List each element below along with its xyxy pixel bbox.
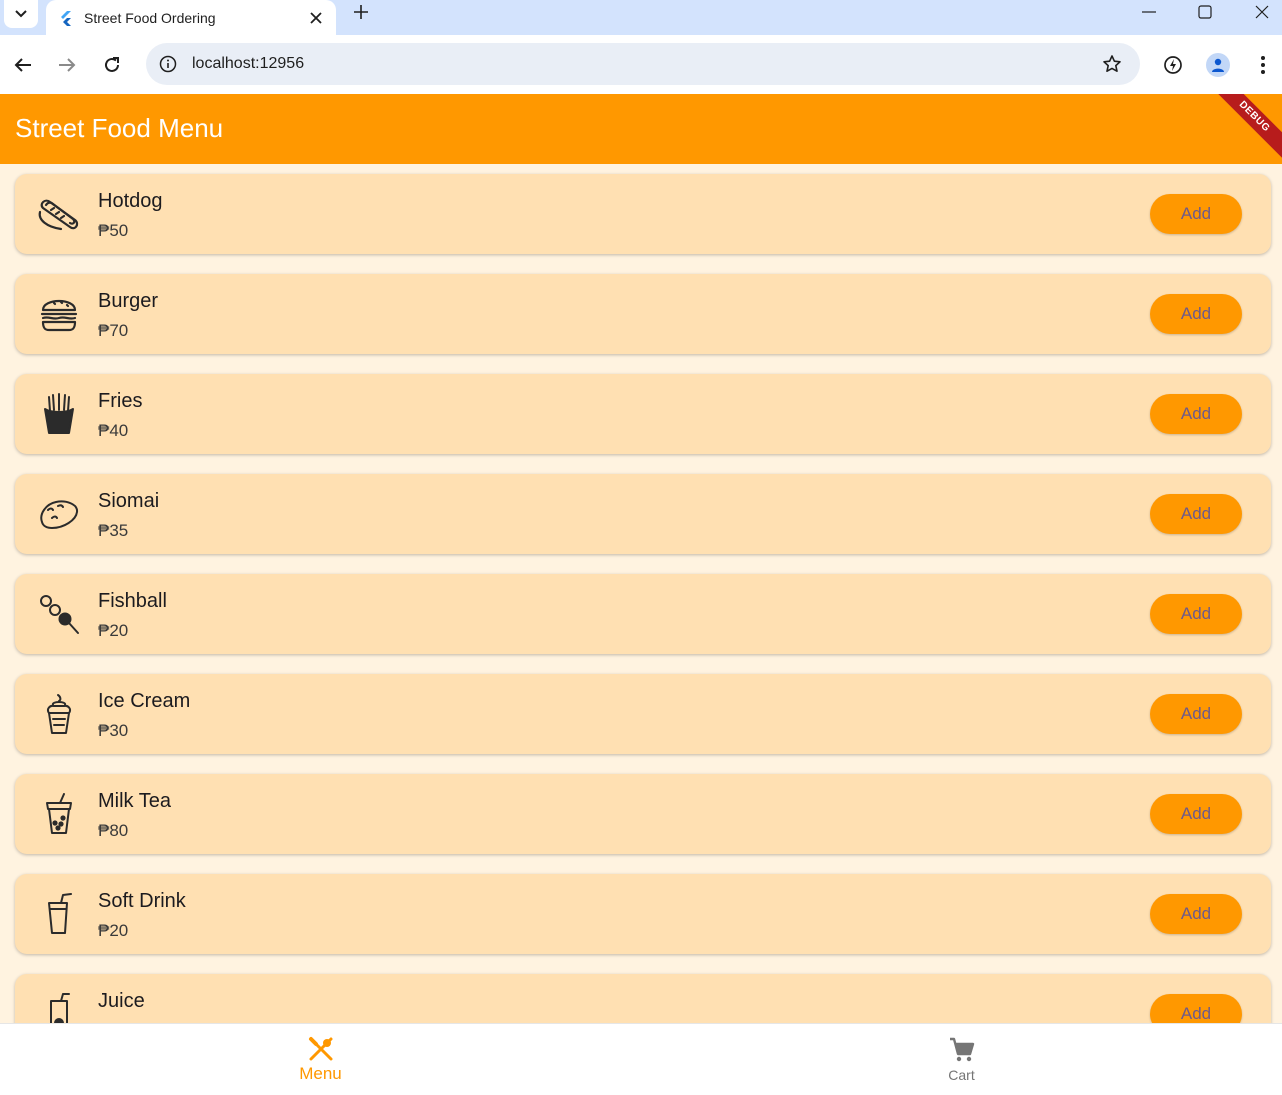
app-bar: Street Food Menu DEBUG bbox=[0, 94, 1282, 164]
more-vertical-icon bbox=[1261, 56, 1265, 74]
performance-button[interactable] bbox=[1153, 45, 1193, 85]
debug-banner: DEBUG bbox=[1205, 94, 1282, 164]
maximize-button[interactable] bbox=[1177, 0, 1233, 24]
reload-icon bbox=[105, 57, 119, 72]
reload-button[interactable] bbox=[92, 47, 132, 83]
menu-item-card: Fishball ₱20 Add bbox=[15, 574, 1271, 654]
new-tab-button[interactable] bbox=[348, 0, 374, 24]
browser-toolbar: localhost:12956 bbox=[0, 35, 1282, 94]
item-price: ₱50 bbox=[98, 221, 129, 240]
add-button[interactable]: Add bbox=[1150, 394, 1242, 434]
siomai-icon bbox=[37, 492, 81, 536]
menu-item-card: Milk Tea ₱80 Add bbox=[15, 774, 1271, 854]
tab-title: Street Food Ordering bbox=[84, 9, 216, 26]
ice-cream-icon bbox=[37, 692, 81, 736]
window-close-button[interactable] bbox=[1234, 0, 1282, 24]
add-button[interactable]: Add bbox=[1150, 194, 1242, 234]
item-name: Juice bbox=[98, 990, 145, 1012]
cart-icon bbox=[949, 1037, 974, 1062]
menu-item-card: Juice Add bbox=[15, 974, 1271, 1023]
back-button[interactable] bbox=[3, 47, 43, 83]
add-button[interactable]: Add bbox=[1150, 494, 1242, 534]
nav-label-menu: Menu bbox=[299, 1064, 342, 1083]
nav-item-menu[interactable]: Menu bbox=[0, 1024, 641, 1095]
burger-icon bbox=[37, 292, 81, 336]
item-price: ₱20 bbox=[98, 621, 129, 640]
item-name: Hotdog bbox=[98, 190, 163, 212]
item-name: Soft Drink bbox=[98, 890, 186, 912]
forward-button[interactable] bbox=[47, 47, 87, 83]
fishball-icon bbox=[37, 592, 81, 636]
item-name: Fishball bbox=[98, 590, 167, 612]
close-icon bbox=[310, 11, 322, 24]
arrow-right-icon bbox=[59, 58, 76, 72]
nav-label-cart: Cart bbox=[948, 1067, 975, 1083]
item-name: Milk Tea bbox=[98, 790, 171, 812]
nav-item-cart[interactable]: Cart bbox=[641, 1024, 1282, 1095]
menu-list[interactable]: Hotdog ₱50 Add Burger ₱70 Add Fries ₱40 … bbox=[0, 164, 1282, 1023]
site-info-icon[interactable] bbox=[158, 54, 178, 74]
juice-icon bbox=[37, 992, 81, 1023]
star-icon bbox=[1103, 55, 1121, 72]
page-title: Street Food Menu bbox=[15, 113, 224, 143]
item-name: Burger bbox=[98, 290, 159, 312]
menu-item-card: Fries ₱40 Add bbox=[15, 374, 1271, 454]
menu-item-card: Hotdog ₱50 Add bbox=[15, 174, 1271, 254]
url-text[interactable]: localhost:12956 bbox=[192, 55, 1092, 73]
add-button[interactable]: Add bbox=[1150, 294, 1242, 334]
item-price: ₱30 bbox=[98, 721, 129, 740]
add-button[interactable]: Add bbox=[1150, 694, 1242, 734]
restaurant-icon bbox=[308, 1037, 332, 1061]
item-name: Siomai bbox=[98, 490, 160, 512]
bookmark-star-button[interactable] bbox=[1092, 44, 1132, 84]
browser-menu-button[interactable] bbox=[1243, 45, 1282, 85]
chevron-down-icon bbox=[15, 10, 27, 18]
close-icon bbox=[1255, 5, 1269, 19]
bottom-navigation: Menu Cart bbox=[0, 1023, 1282, 1095]
avatar bbox=[1206, 53, 1230, 77]
item-name: Fries bbox=[98, 390, 143, 412]
item-price: ₱70 bbox=[98, 321, 129, 340]
item-price: ₱20 bbox=[98, 921, 129, 940]
item-price: ₱40 bbox=[98, 421, 129, 440]
add-button[interactable]: Add bbox=[1150, 794, 1242, 834]
hotdog-icon bbox=[37, 192, 81, 236]
item-price: ₱80 bbox=[98, 821, 129, 840]
menu-item-card: Burger ₱70 Add bbox=[15, 274, 1271, 354]
minimize-button[interactable] bbox=[1121, 0, 1177, 24]
item-price: ₱35 bbox=[98, 521, 129, 540]
minimize-icon bbox=[1142, 11, 1156, 13]
add-button[interactable]: Add bbox=[1150, 894, 1242, 934]
person-icon bbox=[1212, 58, 1224, 72]
energy-saver-icon bbox=[1164, 56, 1182, 74]
arrow-left-icon bbox=[14, 58, 31, 72]
profile-button[interactable] bbox=[1198, 45, 1238, 85]
menu-item-card: Ice Cream ₱30 Add bbox=[15, 674, 1271, 754]
flutter-icon bbox=[61, 10, 71, 26]
milk-tea-icon bbox=[37, 792, 81, 836]
menu-item-card: Soft Drink ₱20 Add bbox=[15, 874, 1271, 954]
add-button[interactable]: Add bbox=[1150, 994, 1242, 1023]
browser-tab[interactable]: Street Food Ordering bbox=[46, 0, 336, 35]
add-button[interactable]: Add bbox=[1150, 594, 1242, 634]
maximize-icon bbox=[1198, 5, 1212, 19]
menu-item-card: Siomai ₱35 Add bbox=[15, 474, 1271, 554]
tab-close-button[interactable] bbox=[304, 6, 328, 30]
browser-tab-strip: Street Food Ordering bbox=[0, 0, 1282, 35]
fries-icon bbox=[37, 392, 81, 436]
plus-icon bbox=[354, 5, 368, 19]
address-bar[interactable]: localhost:12956 bbox=[146, 43, 1140, 85]
soft-drink-icon bbox=[37, 892, 81, 936]
item-name: Ice Cream bbox=[98, 690, 191, 712]
tab-search-button[interactable] bbox=[4, 0, 38, 28]
